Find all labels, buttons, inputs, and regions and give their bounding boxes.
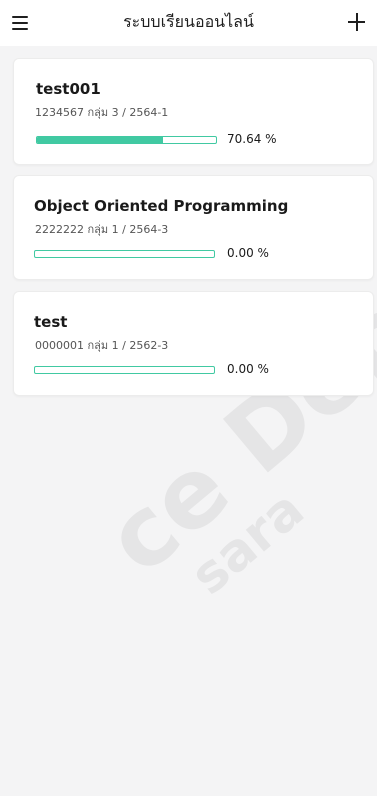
progress-bar <box>34 250 215 258</box>
page-title: ระบบเรียนออนไลน์ <box>123 12 254 31</box>
course-card[interactable]: test 0000001 กลุ่ม 1 / 2562-3 0.00 % <box>13 291 374 396</box>
plus-icon[interactable] <box>343 9 369 35</box>
course-meta: 0000001 กลุ่ม 1 / 2562-3 <box>35 339 169 352</box>
progress-bar <box>34 366 215 374</box>
course-title: test <box>34 313 68 331</box>
course-list-area[interactable]: ce Dep sara test001 1234567 กลุ่ม 3 / 25… <box>0 46 377 796</box>
course-title: Object Oriented Programming <box>34 197 289 215</box>
menu-bar <box>12 22 28 24</box>
menu-bar <box>12 28 28 30</box>
progress-percent: 0.00 % <box>227 246 269 260</box>
progress-percent: 0.00 % <box>227 362 269 376</box>
course-meta: 2222222 กลุ่ม 1 / 2564-3 <box>35 223 169 236</box>
course-card[interactable]: test001 1234567 กลุ่ม 3 / 2564-1 70.64 % <box>13 58 374 165</box>
app-header: ระบบเรียนออนไลน์ <box>0 0 377 46</box>
hamburger-menu-icon[interactable] <box>10 11 38 35</box>
menu-bar <box>12 16 28 18</box>
progress-bar <box>36 136 217 144</box>
course-title: test001 <box>36 80 101 98</box>
progress-percent: 70.64 % <box>227 132 277 146</box>
progress-fill <box>37 137 164 143</box>
course-card[interactable]: Object Oriented Programming 2222222 กลุ่… <box>13 175 374 280</box>
course-meta: 1234567 กลุ่ม 3 / 2564-1 <box>35 106 169 119</box>
plus-bar-vertical <box>355 13 358 31</box>
